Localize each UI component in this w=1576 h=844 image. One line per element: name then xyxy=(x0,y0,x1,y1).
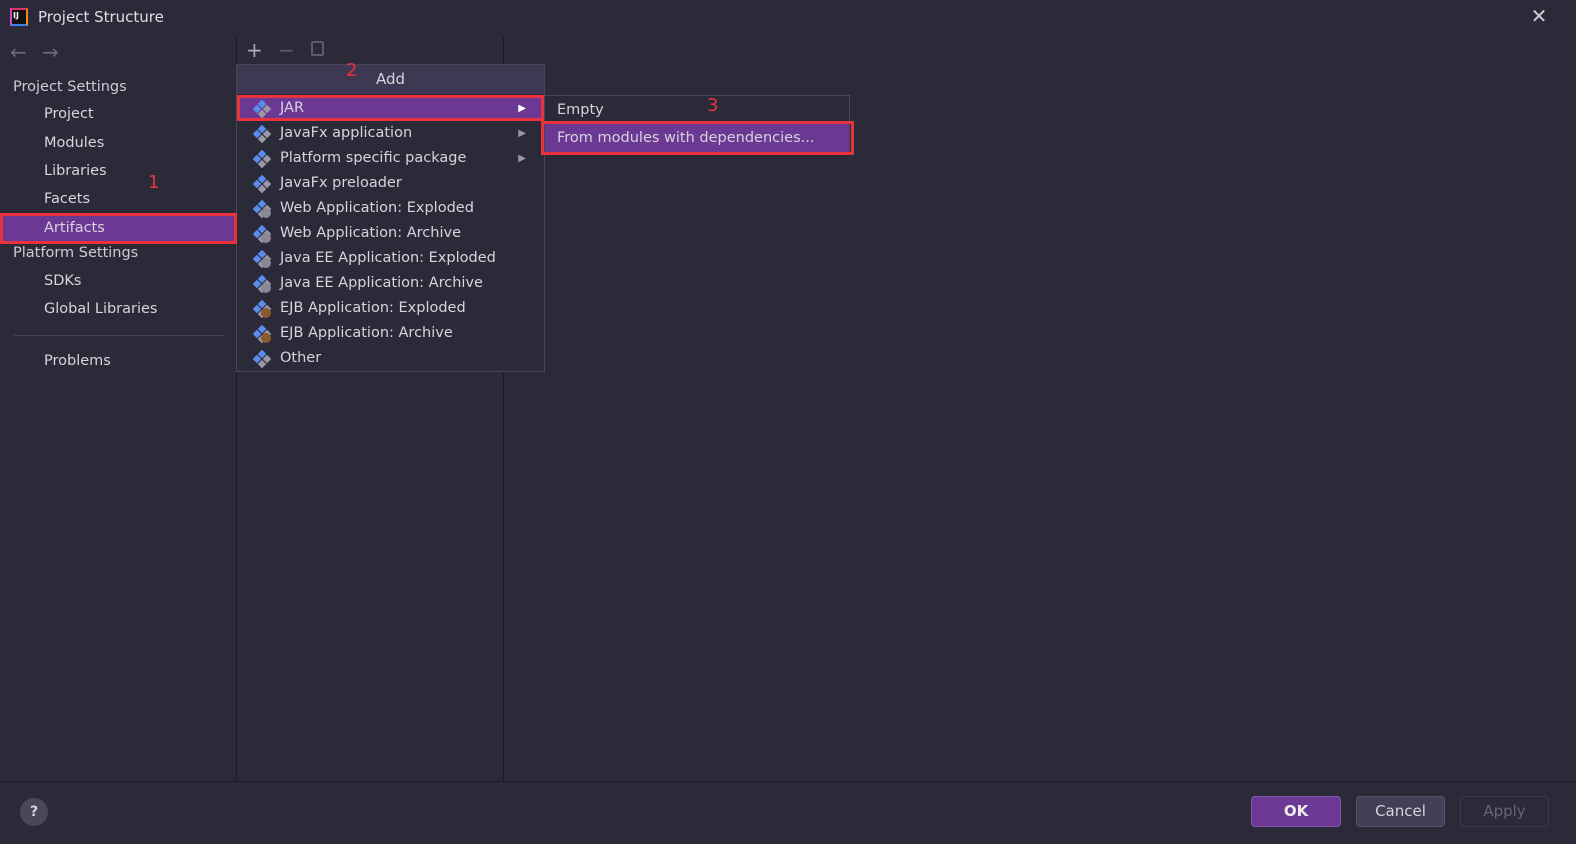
separator xyxy=(14,335,224,336)
artifact-icon xyxy=(253,225,271,243)
sidebar-item-global-libraries[interactable]: Global Libraries xyxy=(0,295,236,323)
menu-item-other[interactable]: Other xyxy=(237,346,544,371)
annotation-box-2 xyxy=(237,95,544,121)
artifact-icon xyxy=(253,275,271,293)
submenu-arrow-icon: ▶ xyxy=(518,153,526,164)
cancel-button[interactable]: Cancel xyxy=(1356,796,1445,827)
project-settings-heading: Project Settings xyxy=(13,79,127,95)
submenu-item-empty[interactable]: Empty xyxy=(545,96,849,124)
add-icon[interactable]: + xyxy=(246,38,263,62)
menu-item-platform-specific-package[interactable]: Platform specific package ▶ xyxy=(237,146,544,171)
annotation-box-3 xyxy=(541,121,854,155)
platform-settings-heading: Platform Settings xyxy=(13,245,139,261)
annotation-box-1 xyxy=(0,213,237,244)
menu-item-web-application-exploded[interactable]: Web Application: Exploded xyxy=(237,196,544,221)
menu-item-java-ee-application-archive[interactable]: Java EE Application: Archive xyxy=(237,271,544,296)
sidebar-item-libraries[interactable]: Libraries xyxy=(0,157,236,185)
copy-icon[interactable] xyxy=(311,41,324,56)
forward-arrow-icon[interactable]: → xyxy=(42,40,59,64)
artifact-icon xyxy=(253,200,271,218)
menu-item-java-ee-application-exploded[interactable]: Java EE Application: Exploded xyxy=(237,246,544,271)
menu-item-javafx-application[interactable]: JavaFx application ▶ xyxy=(237,121,544,146)
back-arrow-icon[interactable]: ← xyxy=(10,40,27,64)
menu-item-label: Other xyxy=(280,350,322,366)
artifact-icon xyxy=(253,175,271,193)
title-bar: IJ Project Structure ✕ xyxy=(0,0,1576,36)
help-button[interactable]: ? xyxy=(20,798,48,826)
sidebar-item-modules[interactable]: Modules xyxy=(0,129,236,157)
artifact-icon xyxy=(253,350,271,368)
sidebar-item-project[interactable]: Project xyxy=(0,100,236,128)
menu-item-label: JavaFx preloader xyxy=(280,175,402,191)
apply-button[interactable]: Apply xyxy=(1460,796,1549,827)
artifact-icon xyxy=(253,125,271,143)
popup-header: Add xyxy=(237,65,544,94)
artifact-icon xyxy=(253,300,271,318)
artifact-icon xyxy=(253,150,271,168)
menu-item-label: EJB Application: Exploded xyxy=(280,300,466,316)
remove-icon[interactable]: − xyxy=(278,38,295,62)
annotation-number-2: 2 xyxy=(346,60,358,81)
sidebar-item-problems[interactable]: Problems xyxy=(0,347,236,375)
submenu-arrow-icon: ▶ xyxy=(518,128,526,139)
artifact-icon xyxy=(253,250,271,268)
menu-item-label: Web Application: Archive xyxy=(280,225,461,241)
window-title: Project Structure xyxy=(38,8,164,26)
annotation-number-1: 1 xyxy=(148,172,160,193)
artifact-icon xyxy=(253,325,271,343)
menu-item-ejb-application-exploded[interactable]: EJB Application: Exploded xyxy=(237,296,544,321)
intellij-logo-icon: IJ xyxy=(10,8,28,26)
menu-item-javafx-preloader[interactable]: JavaFx preloader xyxy=(237,171,544,196)
menu-item-ejb-application-archive[interactable]: EJB Application: Archive xyxy=(237,321,544,346)
menu-item-label: Java EE Application: Archive xyxy=(280,275,483,291)
menu-item-label: EJB Application: Archive xyxy=(280,325,453,341)
menu-item-label: Platform specific package xyxy=(280,150,467,166)
close-icon[interactable]: ✕ xyxy=(1528,4,1550,30)
annotation-number-3: 3 xyxy=(707,95,719,116)
ok-button[interactable]: OK xyxy=(1251,796,1341,827)
sidebar-item-facets[interactable]: Facets xyxy=(0,185,236,213)
menu-item-label: JavaFx application xyxy=(280,125,413,141)
sidebar-item-sdks[interactable]: SDKs xyxy=(0,267,236,295)
menu-item-label: Java EE Application: Exploded xyxy=(280,250,496,266)
menu-item-label: Web Application: Exploded xyxy=(280,200,474,216)
menu-item-web-application-archive[interactable]: Web Application: Archive xyxy=(237,221,544,246)
